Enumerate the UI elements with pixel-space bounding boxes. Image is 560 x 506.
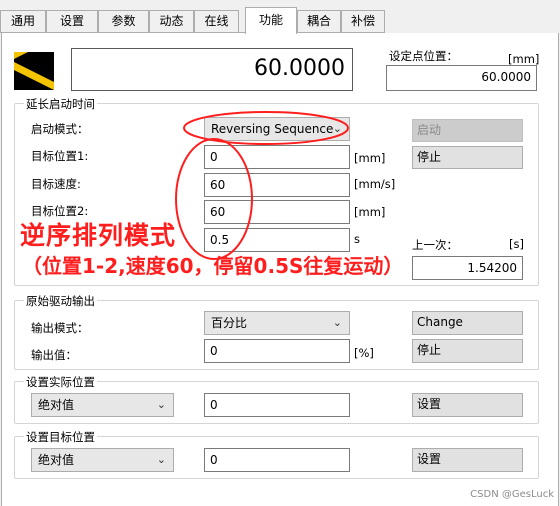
annotation-ellipse-values <box>175 138 253 260</box>
tab-functions[interactable]: 功能 <box>245 7 297 34</box>
start-button[interactable]: 启动 <box>412 119 523 142</box>
set-actual-position-title: 设置实际位置 <box>24 374 97 390</box>
delayed-start-title: 延长启动时间 <box>24 96 97 112</box>
tab-general[interactable]: 通用 <box>0 10 46 33</box>
target-position-1-unit: [mm] <box>354 151 386 165</box>
tab-online[interactable]: 在线 <box>194 10 239 33</box>
set-target-position-button[interactable]: 设置 <box>412 448 523 472</box>
tab-bar: 通用 设置 参数 动态 在线 功能 耦合 补偿 <box>0 0 560 34</box>
tab-dynamics[interactable]: 动态 <box>149 10 194 33</box>
start-mode-label: 启动模式： <box>31 122 89 136</box>
output-mode-select[interactable]: 百分比 ⌄ <box>204 311 350 335</box>
drive-status-icon <box>14 52 54 90</box>
output-mode-label: 输出模式： <box>31 321 89 335</box>
target-position-input[interactable]: 0 <box>204 448 350 472</box>
tab-settings[interactable]: 设置 <box>46 10 98 33</box>
setpoint-unit: [mm] <box>508 52 540 66</box>
change-button[interactable]: Change <box>412 311 523 335</box>
output-mode-value: 百分比 <box>211 316 248 330</box>
stop-button[interactable]: 停止 <box>412 146 523 169</box>
chevron-down-icon: ⌄ <box>156 398 166 411</box>
tab-compensation[interactable]: 补偿 <box>341 10 385 33</box>
actual-position-mode-select[interactable]: 绝对值 ⌄ <box>31 393 174 417</box>
tab-coupling[interactable]: 耦合 <box>297 10 341 33</box>
target-position-mode-value: 绝对值 <box>38 453 75 467</box>
tab-parameters[interactable]: 参数 <box>98 10 149 33</box>
setpoint-label: 设定点位置： <box>389 49 458 63</box>
target-speed-unit: [mm/s] <box>354 177 396 191</box>
setpoint-value-field: 60.0000 <box>386 65 537 91</box>
current-position-display: 60.0000 <box>71 48 353 91</box>
output-value-unit: [%] <box>354 346 374 360</box>
last-duration-unit: [s] <box>509 237 524 251</box>
actual-position-mode-value: 绝对值 <box>38 398 75 412</box>
set-actual-position-button[interactable]: 设置 <box>412 393 523 417</box>
watermark: CSDN @GesLuck <box>470 489 554 500</box>
actual-position-input[interactable]: 0 <box>204 393 350 417</box>
raw-drive-output-title: 原始驱动输出 <box>24 293 97 309</box>
target-position-2-unit: [mm] <box>354 205 386 219</box>
annotation-title: 逆序排列模式 <box>20 221 177 250</box>
chevron-down-icon: ⌄ <box>332 316 342 329</box>
annotation-subtitle: （位置1-2,速度60，停留0.5S往复运动） <box>22 254 404 278</box>
chevron-down-icon: ⌄ <box>156 453 166 466</box>
target-position-mode-select[interactable]: 绝对值 ⌄ <box>31 448 174 472</box>
target-speed-label: 目标速度: <box>31 177 81 191</box>
set-target-position-title: 设置目标位置 <box>24 429 97 445</box>
output-value-label: 输出值： <box>31 348 77 362</box>
target-position-1-label: 目标位置1: <box>31 149 89 163</box>
output-value-input[interactable]: 0 <box>204 339 350 363</box>
output-stop-button[interactable]: 停止 <box>412 339 523 363</box>
last-duration-label: 上一次： <box>412 238 458 252</box>
dwell-time-unit: s <box>354 232 360 246</box>
last-duration-value: 1.54200 <box>412 256 523 280</box>
